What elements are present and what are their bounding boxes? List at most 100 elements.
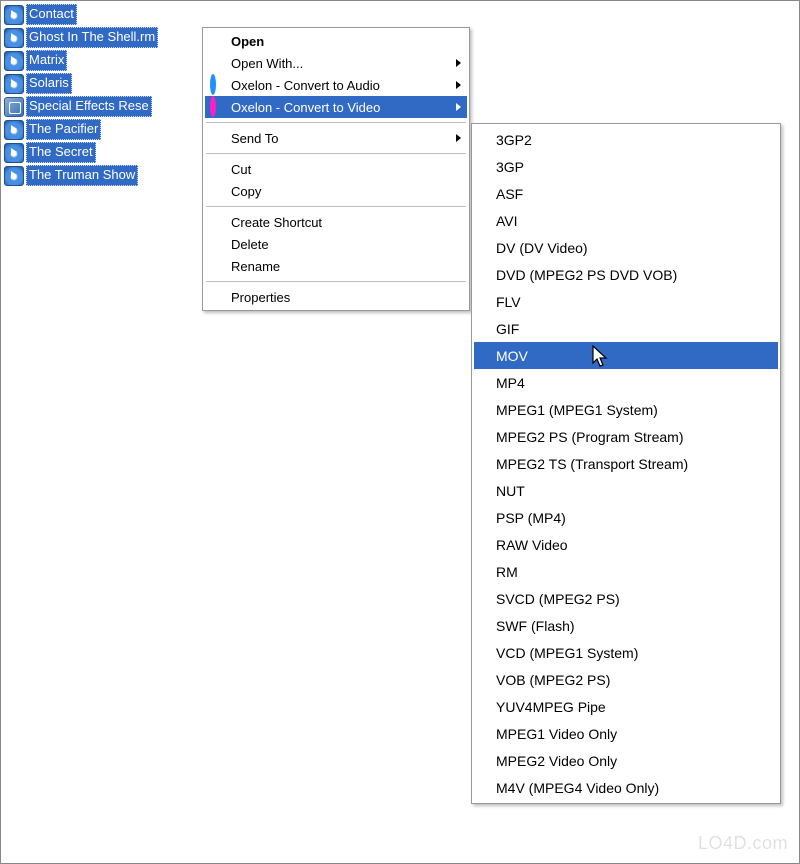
- file-label: Ghost In The Shell.rm: [26, 27, 158, 48]
- menu-oxelon-video[interactable]: Oxelon - Convert to Video: [205, 96, 467, 118]
- file-label: Contact: [26, 4, 77, 25]
- context-menu: Open Open With... Oxelon - Convert to Au…: [202, 27, 470, 311]
- format-option[interactable]: MPEG2 PS (Program Stream): [474, 423, 778, 450]
- menu-label: Copy: [231, 184, 261, 199]
- chevron-right-icon: [456, 103, 461, 111]
- format-option[interactable]: MPEG1 (MPEG1 System): [474, 396, 778, 423]
- format-option[interactable]: RM: [474, 558, 778, 585]
- format-option[interactable]: GIF: [474, 315, 778, 342]
- file-label: The Secret: [26, 142, 96, 163]
- format-option[interactable]: 3GP2: [474, 126, 778, 153]
- format-option[interactable]: SWF (Flash): [474, 612, 778, 639]
- media-file-icon: [4, 143, 24, 163]
- format-option[interactable]: M4V (MPEG4 Video Only): [474, 774, 778, 801]
- format-label: PSP (MP4): [496, 510, 566, 526]
- menu-label: Delete: [231, 237, 269, 252]
- format-option[interactable]: AVI: [474, 207, 778, 234]
- format-label: ASF: [496, 186, 523, 202]
- format-option[interactable]: RAW Video: [474, 531, 778, 558]
- format-label: YUV4MPEG Pipe: [496, 699, 606, 715]
- format-option[interactable]: NUT: [474, 477, 778, 504]
- format-label: 3GP: [496, 159, 524, 175]
- menu-properties[interactable]: Properties: [205, 286, 467, 308]
- menu-create-shortcut[interactable]: Create Shortcut: [205, 211, 467, 233]
- chevron-right-icon: [456, 59, 461, 67]
- format-label: VOB (MPEG2 PS): [496, 672, 610, 688]
- format-option[interactable]: PSP (MP4): [474, 504, 778, 531]
- format-option[interactable]: FLV: [474, 288, 778, 315]
- menu-label: Rename: [231, 259, 280, 274]
- media-file-icon: [4, 120, 24, 140]
- format-option[interactable]: MP4: [474, 369, 778, 396]
- format-option[interactable]: MPEG2 Video Only: [474, 747, 778, 774]
- format-label: MOV: [496, 348, 528, 364]
- menu-label: Properties: [231, 290, 290, 305]
- file-label: The Pacifier: [26, 119, 101, 140]
- menu-open-with[interactable]: Open With...: [205, 52, 467, 74]
- file-item[interactable]: Ghost In The Shell.rm: [4, 26, 160, 49]
- format-label: MPEG2 TS (Transport Stream): [496, 456, 688, 472]
- menu-label: Open: [231, 34, 264, 49]
- file-label: The Truman Show: [26, 165, 138, 186]
- menu-delete[interactable]: Delete: [205, 233, 467, 255]
- media-file-icon: [4, 5, 24, 25]
- media-file-icon: [4, 74, 24, 94]
- format-label: 3GP2: [496, 132, 532, 148]
- format-option[interactable]: 3GP: [474, 153, 778, 180]
- file-item[interactable]: Special Effects Rese: [4, 95, 160, 118]
- menu-label: Open With...: [231, 56, 303, 71]
- format-label: GIF: [496, 321, 519, 337]
- watermark: LO4D.com: [698, 833, 788, 854]
- file-item[interactable]: Matrix: [4, 49, 160, 72]
- format-label: MPEG1 Video Only: [496, 726, 617, 742]
- format-label: AVI: [496, 213, 518, 229]
- menu-label: Send To: [231, 131, 278, 146]
- format-option[interactable]: MPEG2 TS (Transport Stream): [474, 450, 778, 477]
- format-option[interactable]: VOB (MPEG2 PS): [474, 666, 778, 693]
- html-file-icon: [4, 97, 24, 117]
- format-option[interactable]: MOV: [474, 342, 778, 369]
- menu-send-to[interactable]: Send To: [205, 127, 467, 149]
- format-label: MPEG1 (MPEG1 System): [496, 402, 658, 418]
- menu-label: Oxelon - Convert to Audio: [231, 78, 380, 93]
- file-item[interactable]: Solaris: [4, 72, 160, 95]
- format-option[interactable]: MPEG1 Video Only: [474, 720, 778, 747]
- file-item[interactable]: The Truman Show: [4, 164, 160, 187]
- format-label: M4V (MPEG4 Video Only): [496, 780, 659, 796]
- file-item[interactable]: The Secret: [4, 141, 160, 164]
- format-label: SVCD (MPEG2 PS): [496, 591, 620, 607]
- menu-copy[interactable]: Copy: [205, 180, 467, 202]
- format-option[interactable]: SVCD (MPEG2 PS): [474, 585, 778, 612]
- format-label: MP4: [496, 375, 525, 391]
- file-label: Matrix: [26, 50, 67, 71]
- file-item[interactable]: The Pacifier: [4, 118, 160, 141]
- video-format-submenu: 3GP2 3GP ASF AVI DV (DV Video) DVD (MPEG2 PS …: [471, 123, 781, 804]
- menu-cut[interactable]: Cut: [205, 158, 467, 180]
- format-label: RAW Video: [496, 537, 568, 553]
- media-file-icon: [4, 51, 24, 71]
- menu-label: Cut: [231, 162, 251, 177]
- menu-separator: [206, 206, 466, 207]
- format-option[interactable]: ASF: [474, 180, 778, 207]
- format-label: SWF (Flash): [496, 618, 575, 634]
- menu-separator: [206, 122, 466, 123]
- format-label: DVD (MPEG2 PS DVD VOB): [496, 267, 677, 283]
- format-option[interactable]: DVD (MPEG2 PS DVD VOB): [474, 261, 778, 288]
- menu-label: Create Shortcut: [231, 215, 322, 230]
- file-list: ContactGhost In The Shell.rmMatrixSolari…: [4, 3, 160, 187]
- format-label: DV (DV Video): [496, 240, 588, 256]
- menu-oxelon-audio[interactable]: Oxelon - Convert to Audio: [205, 74, 467, 96]
- format-label: RM: [496, 564, 518, 580]
- media-file-icon: [4, 28, 24, 48]
- menu-open[interactable]: Open: [205, 30, 467, 52]
- chevron-right-icon: [456, 81, 461, 89]
- format-option[interactable]: VCD (MPEG1 System): [474, 639, 778, 666]
- format-option[interactable]: DV (DV Video): [474, 234, 778, 261]
- format-option[interactable]: YUV4MPEG Pipe: [474, 693, 778, 720]
- oxelon-audio-icon: [210, 77, 226, 93]
- menu-rename[interactable]: Rename: [205, 255, 467, 277]
- file-item[interactable]: Contact: [4, 3, 160, 26]
- format-label: MPEG2 Video Only: [496, 753, 617, 769]
- chevron-right-icon: [456, 134, 461, 142]
- oxelon-video-icon: [210, 99, 226, 115]
